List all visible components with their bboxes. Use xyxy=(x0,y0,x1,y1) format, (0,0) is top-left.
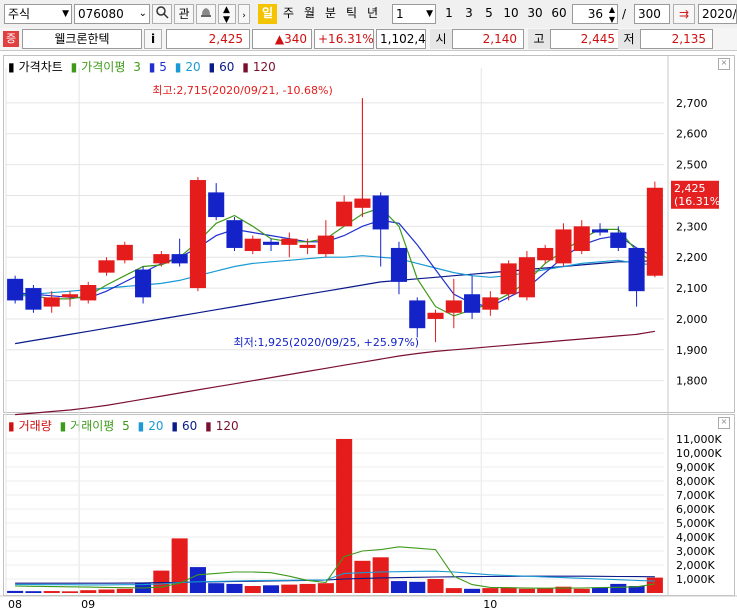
volume-tick-label: 8,000K xyxy=(676,475,715,488)
candle-body xyxy=(25,288,42,310)
candle-body xyxy=(189,180,206,289)
price-tick-label: 2,500 xyxy=(676,159,708,172)
candle-body xyxy=(299,244,316,248)
volume-bar xyxy=(409,581,426,593)
candle-body xyxy=(317,235,334,255)
candle-body xyxy=(116,244,133,261)
price-tick-label: 2,600 xyxy=(676,128,708,141)
volume-bar xyxy=(98,589,115,593)
candle-body xyxy=(226,220,243,248)
candle-body xyxy=(208,192,225,218)
candle-body xyxy=(445,300,462,313)
x-tick-label: 10 xyxy=(483,598,497,611)
price-tick-label: 2,100 xyxy=(676,282,708,295)
volume-tick-label: 2,000K xyxy=(676,559,715,572)
volume-bar xyxy=(518,588,535,593)
candle-body xyxy=(646,187,663,276)
price-tick-label: 1,900 xyxy=(676,344,708,357)
volume-bar xyxy=(445,588,462,593)
last-price-label: 2,425 xyxy=(674,182,706,195)
volume-bar xyxy=(573,588,590,593)
x-tick-label: 08 xyxy=(8,598,22,611)
high-annotation: 최고:2,715(2020/09/21, -10.68%) xyxy=(152,84,332,97)
candle-body xyxy=(43,297,60,307)
volume-bar xyxy=(80,590,97,593)
candle-body xyxy=(409,300,426,329)
candle-body xyxy=(98,260,115,273)
candle-body xyxy=(518,257,535,298)
price-tick-label: 2,700 xyxy=(676,97,708,110)
volume-bar xyxy=(537,588,554,593)
volume-bar xyxy=(336,439,353,593)
candle-body xyxy=(80,284,97,301)
candle-body xyxy=(7,278,24,301)
volume-bar xyxy=(610,583,627,593)
stock-chart-svg: 1,8001,9002,0002,1002,2002,3002,4002,500… xyxy=(0,56,737,611)
candle-body xyxy=(354,198,371,208)
candle-body xyxy=(336,201,353,227)
low-annotation: 최저:1,925(2020/09/25, +25.97%) xyxy=(234,336,420,349)
price-tick-label: 2,300 xyxy=(676,220,708,233)
volume-bar xyxy=(482,588,499,593)
volume-bar xyxy=(43,591,60,593)
volume-bar xyxy=(25,591,42,593)
candle-body xyxy=(591,229,609,233)
price-tick-label: 2,000 xyxy=(676,313,708,326)
volume-bar xyxy=(390,581,408,593)
volume-bar xyxy=(189,567,206,593)
candle-body xyxy=(262,241,280,245)
volume-bar xyxy=(591,587,609,593)
volume-bar xyxy=(7,590,24,593)
volume-bar xyxy=(427,579,444,593)
volume-bar xyxy=(299,583,316,593)
volume-bar xyxy=(354,560,371,593)
volume-bar xyxy=(317,583,334,593)
volume-tick-label: 9,000K xyxy=(676,461,715,474)
volume-bar xyxy=(262,585,280,593)
candle-body xyxy=(464,294,481,313)
candle-body xyxy=(628,247,645,292)
volume-bar xyxy=(226,583,243,593)
candle-body xyxy=(281,238,298,245)
volume-tick-label: 3,000K xyxy=(676,545,715,558)
candle-body xyxy=(153,254,170,264)
candle-body xyxy=(390,247,408,282)
candle-body xyxy=(573,226,590,252)
volume-bar xyxy=(153,570,170,593)
volume-bar xyxy=(61,591,79,593)
candle-body xyxy=(244,238,261,252)
candle-body xyxy=(500,263,517,295)
candle-body xyxy=(427,312,444,319)
volume-tick-label: 4,000K xyxy=(676,531,715,544)
candle-body xyxy=(555,229,572,264)
candle-body xyxy=(610,232,627,248)
volume-tick-label: 7,000K xyxy=(676,489,715,502)
volume-bar xyxy=(116,588,133,593)
volume-bar xyxy=(208,583,225,593)
candle-body xyxy=(372,195,389,230)
candle-body xyxy=(61,294,79,298)
last-pct-label: (16.31%) xyxy=(674,195,725,208)
price-tick-label: 1,800 xyxy=(676,375,708,388)
candle-body xyxy=(482,297,499,310)
volume-bar xyxy=(244,586,261,593)
volume-tick-label: 11,000K xyxy=(676,433,722,446)
candle-body xyxy=(537,247,554,261)
volume-tick-label: 1,000K xyxy=(676,573,715,586)
candle-body xyxy=(171,254,188,264)
volume-bar xyxy=(464,588,481,593)
volume-tick-label: 5,000K xyxy=(676,517,715,530)
volume-bar xyxy=(281,584,298,593)
volume-tick-label: 6,000K xyxy=(676,503,715,516)
candle-body xyxy=(135,269,152,298)
ma60-line xyxy=(14,259,655,345)
vol-ma5-line xyxy=(15,546,655,589)
volume-tick-label: 10,000K xyxy=(676,447,722,460)
volume-bar xyxy=(372,557,389,593)
x-tick-label: 09 xyxy=(81,598,95,611)
price-tick-label: 2,200 xyxy=(676,251,708,264)
